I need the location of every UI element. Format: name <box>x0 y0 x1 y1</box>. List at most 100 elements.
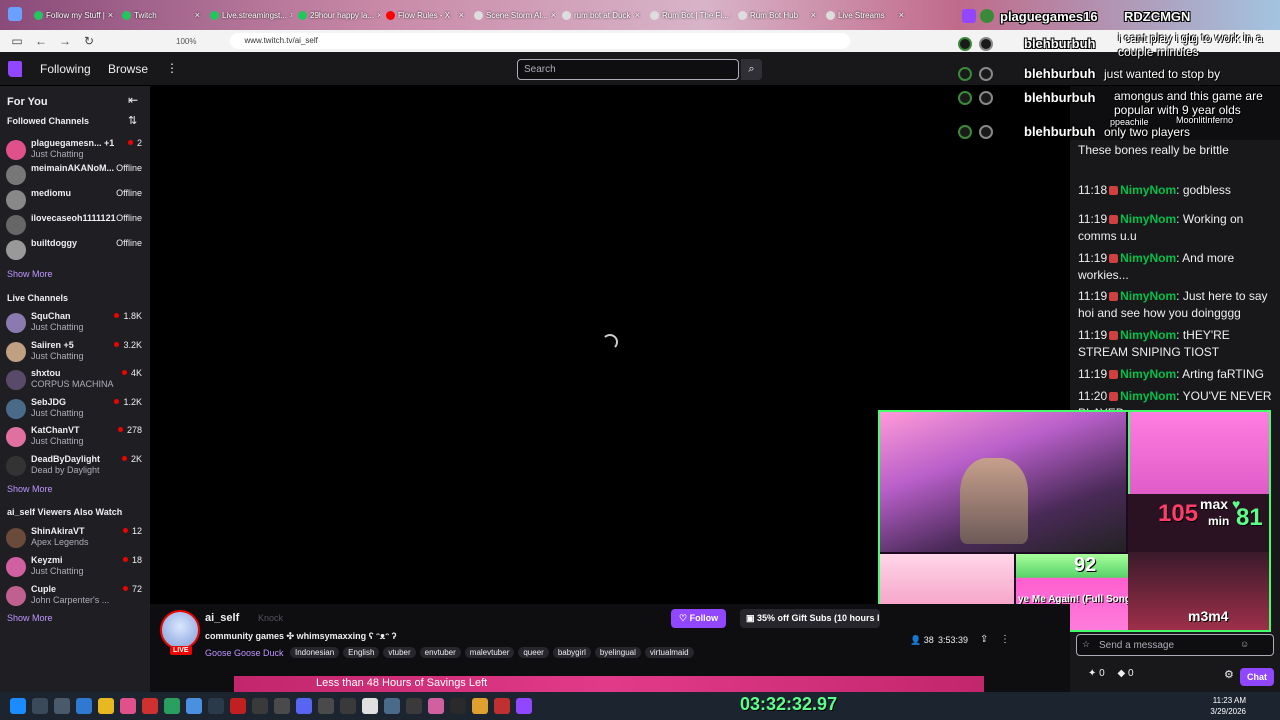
sidebar-channel[interactable]: Cuple John Carpenter's ... 72 <box>6 584 146 610</box>
promo-banner[interactable]: Less than 48 Hours of Savings Left <box>234 676 984 692</box>
file-explorer-icon[interactable] <box>98 698 114 714</box>
url-field[interactable]: www.twitch.tv/ai_self <box>230 33 851 49</box>
browser-tab[interactable]: Rum Bot | The Fi...× <box>646 4 732 26</box>
collapse-sidebar-icon[interactable]: ⇤ <box>128 93 138 107</box>
more-options-icon[interactable]: ⋮ <box>1000 634 1010 645</box>
app-icon[interactable] <box>274 698 290 714</box>
app-icon[interactable] <box>142 698 158 714</box>
channel-name[interactable]: ai_self <box>205 612 239 624</box>
show-more-followed-link[interactable]: Show More <box>7 269 53 279</box>
start-icon[interactable] <box>10 698 26 714</box>
sidebar-toggle-icon[interactable]: ▭ <box>10 34 24 48</box>
app-icon[interactable] <box>318 698 334 714</box>
sidebar-channel[interactable]: plaguegamesn... +1 Just Chatting 2 <box>6 138 146 164</box>
browser-tab[interactable]: Live.streamingst...× <box>206 4 292 26</box>
tab-close-icon[interactable]: × <box>635 10 640 20</box>
sort-icon[interactable]: ⇅ <box>128 114 137 127</box>
chat-username[interactable]: NimyNom <box>1120 328 1176 342</box>
app-icon[interactable] <box>120 698 136 714</box>
twitch-taskbar-icon[interactable] <box>516 698 532 714</box>
sidebar-channel[interactable]: meimainAKANoM... Offline <box>6 163 146 189</box>
edge-icon[interactable] <box>76 698 92 714</box>
app-icon[interactable] <box>428 698 444 714</box>
nav-browse-link[interactable]: Browse <box>108 62 148 76</box>
stream-tag[interactable]: queer <box>518 647 549 658</box>
sidebar-channel[interactable]: builtdoggy Offline <box>6 238 146 264</box>
search-taskbar-icon[interactable] <box>32 698 48 714</box>
chat-send-button[interactable]: Chat <box>1240 668 1274 686</box>
chat-username[interactable]: NimyNom <box>1120 367 1176 381</box>
reload-icon[interactable]: ↻ <box>82 34 96 48</box>
search-input[interactable]: Search <box>517 59 739 80</box>
browser-tab[interactable]: Flow Rules - X × <box>382 4 468 26</box>
sidebar-channel[interactable]: SquChan Just Chatting 1.8K <box>6 311 146 337</box>
tab-close-icon[interactable]: × <box>377 10 380 20</box>
tab-close-icon[interactable]: × <box>551 10 556 20</box>
stream-tag[interactable]: babygirl <box>552 647 591 658</box>
sidebar-channel[interactable]: mediomu Offline <box>6 188 146 214</box>
tab-close-icon[interactable]: × <box>459 10 464 20</box>
more-icon[interactable]: ⋮ <box>166 61 178 75</box>
browser-tab[interactable]: Live Streams × <box>822 4 908 26</box>
sidebar-channel[interactable]: ilovecaseoh1111121 Offline <box>6 213 146 239</box>
app-icon[interactable] <box>362 698 378 714</box>
app-icon[interactable] <box>230 698 246 714</box>
sidebar-channel[interactable]: KatChanVT Just Chatting 278 <box>6 425 146 451</box>
browser-tab[interactable]: rum bot at Duck × <box>558 4 644 26</box>
tab-close-icon[interactable]: × <box>811 10 816 20</box>
tab-close-icon[interactable]: × <box>195 10 200 20</box>
stream-tag[interactable]: Indonesian <box>290 647 340 658</box>
app-icon[interactable] <box>384 698 400 714</box>
browser-tab[interactable]: Rum Bot Hub × <box>734 4 820 26</box>
browser-tab[interactable]: Scene Storm Al... × <box>470 4 556 26</box>
emote-icon[interactable]: ☆ <box>1082 639 1090 650</box>
app-icon[interactable] <box>472 698 488 714</box>
chat-username[interactable]: NimyNom <box>1120 389 1176 403</box>
app-icon[interactable] <box>494 698 510 714</box>
emote-picker-icon[interactable]: ☺ <box>1240 639 1249 649</box>
app-icon[interactable] <box>186 698 202 714</box>
share-icon[interactable]: ⇪ <box>980 634 988 645</box>
stream-tag[interactable]: vtuber <box>383 647 416 658</box>
follow-button[interactable]: ♡ Follow <box>671 609 727 628</box>
stream-tag[interactable]: English <box>343 647 380 658</box>
obs-icon[interactable] <box>252 698 268 714</box>
twitch-logo-icon[interactable] <box>8 61 22 77</box>
tab-close-icon[interactable]: × <box>899 10 904 20</box>
sidebar-channel[interactable]: shxtou CORPUS MACHINA 4K <box>6 368 146 394</box>
back-icon[interactable]: ← <box>34 34 48 48</box>
browser-icon[interactable] <box>8 7 22 21</box>
chat-username[interactable]: NimyNom <box>1120 251 1176 265</box>
channel-avatar[interactable] <box>160 610 200 650</box>
tab-close-icon[interactable]: × <box>108 10 113 20</box>
app-icon[interactable] <box>164 698 180 714</box>
stream-tag[interactable]: malevtuber <box>464 647 515 658</box>
stream-tag[interactable]: byelingual <box>594 647 641 658</box>
gift-subs-button[interactable]: ▣ 35% off Gift Subs (10 hours l... <box>740 609 880 628</box>
chat-username[interactable]: NimyNom <box>1120 183 1176 197</box>
sidebar-channel[interactable]: Keyzmi Just Chatting 18 <box>6 555 146 581</box>
show-more-also-watch-link[interactable]: Show More <box>7 613 53 623</box>
nav-following-link[interactable]: Following <box>40 62 91 76</box>
show-more-live-link[interactable]: Show More <box>7 484 53 494</box>
chat-settings-icon[interactable]: ⚙ <box>1224 668 1234 681</box>
channel-points[interactable]: ✦ 0 ◆ 0 <box>1088 668 1134 679</box>
discord-icon[interactable] <box>296 698 312 714</box>
app-icon[interactable] <box>450 698 466 714</box>
system-clock[interactable]: 11:23 AM 3/29/2026 <box>1210 695 1246 717</box>
sidebar-channel[interactable]: ShinAkiraVT Apex Legends 12 <box>6 526 146 552</box>
browser-tab[interactable]: 29hour happy la... × <box>294 4 380 26</box>
search-icon[interactable]: ⌕ <box>741 59 762 80</box>
app-icon[interactable] <box>406 698 422 714</box>
app-icon[interactable] <box>340 698 356 714</box>
sidebar-channel[interactable]: SebJDG Just Chatting 1.2K <box>6 397 146 423</box>
chat-username[interactable]: NimyNom <box>1120 212 1176 226</box>
forward-icon[interactable]: → <box>58 34 72 48</box>
stream-tag[interactable]: virtualmaid <box>644 647 694 658</box>
stream-tag[interactable]: envtuber <box>419 647 461 658</box>
zoom-level[interactable]: 100% <box>176 37 196 46</box>
knock-button[interactable]: Knock <box>258 613 283 623</box>
sidebar-channel[interactable]: Saiiren +5 Just Chatting 3.2K <box>6 340 146 366</box>
stream-category-link[interactable]: Goose Goose Duck <box>205 648 284 658</box>
browser-tab[interactable]: Follow my Stuff | × <box>30 4 116 26</box>
